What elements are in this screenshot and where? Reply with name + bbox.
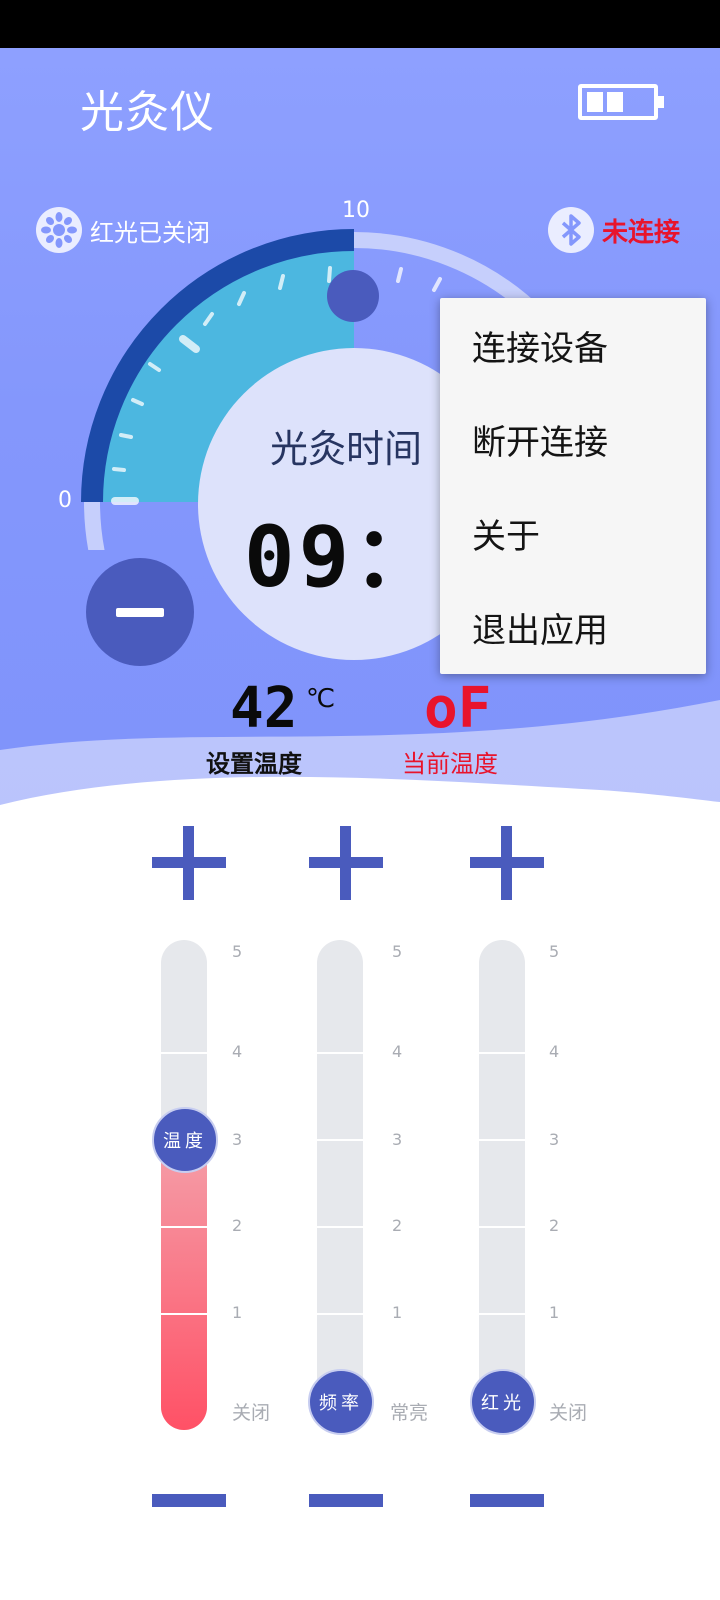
- temperature-unit: ℃: [306, 684, 336, 714]
- temperature-tick-4: 4: [232, 1042, 243, 1061]
- set-temperature-label: 设置温度: [206, 750, 302, 778]
- red-light-tick-2: 2: [549, 1216, 560, 1235]
- temperature-end-label: 关闭: [232, 1402, 271, 1424]
- menu-item-disconnect[interactable]: 断开连接: [440, 392, 706, 486]
- temperature-plus-button[interactable]: [152, 826, 226, 900]
- frequency-tick-4: 4: [392, 1042, 403, 1061]
- time-label: 光灸时间: [270, 427, 423, 471]
- temperature-slider-knob[interactable]: 温度: [152, 1107, 218, 1173]
- red-light-end-label: 关闭: [549, 1402, 588, 1424]
- red-light-slider-track[interactable]: [479, 940, 525, 1430]
- frequency-minus-button[interactable]: [309, 1494, 383, 1507]
- current-temperature-value: oF: [424, 676, 492, 741]
- red-light-plus-button[interactable]: [470, 826, 544, 900]
- frequency-tick-5: 5: [392, 942, 403, 961]
- menu-item-exit[interactable]: 退出应用: [440, 580, 706, 674]
- frequency-end-label: 常亮: [390, 1402, 429, 1424]
- red-light-tick-3: 3: [549, 1130, 560, 1149]
- red-light-slider-knob[interactable]: 红光: [470, 1369, 536, 1435]
- dial-min-label: 0: [58, 488, 72, 513]
- red-light-minus-button[interactable]: [470, 1494, 544, 1507]
- temperature-slider-fill: [161, 1136, 207, 1430]
- frequency-tick-3: 3: [392, 1130, 403, 1149]
- frequency-slider-knob[interactable]: 频率: [308, 1369, 374, 1435]
- system-status-bar: [0, 0, 720, 48]
- decrease-time-button[interactable]: [86, 558, 194, 666]
- options-menu: 连接设备 断开连接 关于 退出应用: [440, 298, 706, 674]
- app-title: 光灸仪: [80, 87, 215, 138]
- menu-item-connect[interactable]: 连接设备: [440, 298, 706, 392]
- dial-max-label: 10: [342, 198, 370, 223]
- menu-item-about[interactable]: 关于: [440, 486, 706, 580]
- red-light-tick-5: 5: [549, 942, 560, 961]
- red-light-tick-1: 1: [549, 1303, 560, 1322]
- temperature-tick-2: 2: [232, 1216, 243, 1235]
- red-light-tick-4: 4: [549, 1042, 560, 1061]
- temperature-tick-3: 3: [232, 1130, 243, 1149]
- temperature-minus-button[interactable]: [152, 1494, 226, 1507]
- frequency-tick-1: 1: [392, 1303, 403, 1322]
- temperature-tick-1: 1: [232, 1303, 243, 1322]
- current-temperature-label: 当前温度: [402, 750, 498, 778]
- battery-icon: [578, 84, 664, 120]
- frequency-slider-track[interactable]: [317, 940, 363, 1430]
- frequency-tick-2: 2: [392, 1216, 403, 1235]
- frequency-plus-button[interactable]: [309, 826, 383, 900]
- set-temperature-value: 42: [230, 676, 298, 741]
- temperature-tick-5: 5: [232, 942, 243, 961]
- temperature-slider-track[interactable]: [161, 940, 207, 1430]
